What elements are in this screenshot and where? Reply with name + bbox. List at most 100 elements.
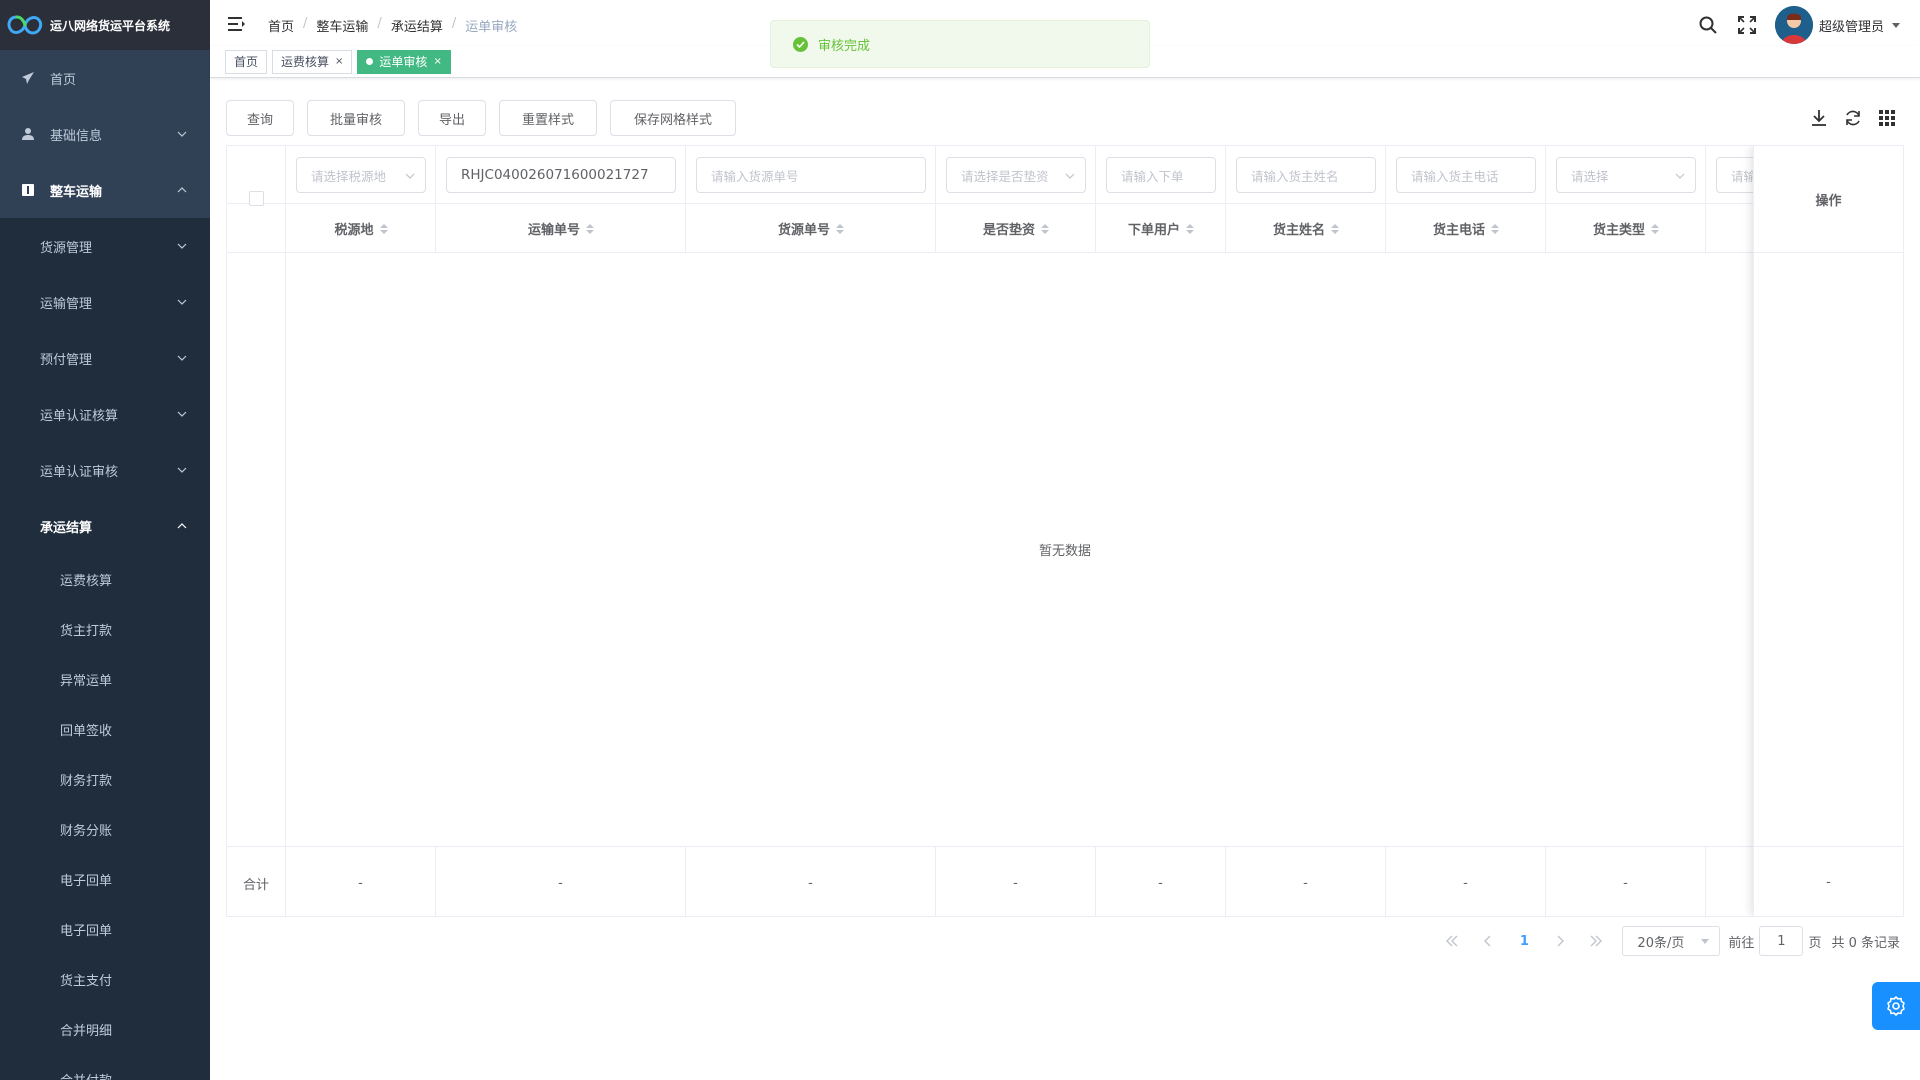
active-dot-icon [366, 58, 374, 65]
download-icon[interactable] [1808, 107, 1830, 129]
select-all-checkbox[interactable] [249, 191, 264, 206]
shipper-phone-input[interactable]: 请输入货主电话 [1396, 157, 1536, 193]
success-toast: 审核完成 [770, 20, 1150, 68]
sidebar-item-vehicle-transport[interactable]: 整车运输 [0, 162, 210, 218]
sidebar-item-basic-info[interactable]: 基础信息 [0, 106, 210, 162]
total-records: 共 0 条记录 [1831, 935, 1900, 951]
summary-cell: - [286, 847, 436, 916]
prev-page-icon[interactable] [1470, 927, 1506, 955]
breadcrumb: 首页 / 整车运输 / 承运结算 / 运单审核 [268, 16, 518, 35]
order-user-input[interactable]: 请输入下单 [1106, 157, 1216, 193]
sidebar-item-finance-split[interactable]: 财务分账 [0, 804, 210, 854]
breadcrumb-item[interactable]: 承运结算 [391, 16, 443, 35]
sidebar-item-home[interactable]: 首页 [0, 50, 210, 106]
sidebar-item-e-receipt[interactable]: 电子回单 [0, 854, 210, 904]
sidebar-item-label: 运输管理 [40, 296, 93, 312]
page-size-select[interactable]: 20条/页 [1622, 926, 1721, 956]
sidebar-item-prepay-management[interactable]: 预付管理 [0, 330, 210, 386]
sort-icon[interactable] [1186, 223, 1194, 234]
sidebar-item-shipper-payment[interactable]: 货主打款 [0, 604, 210, 654]
settings-button[interactable] [1872, 982, 1920, 1030]
advance-payment-select[interactable]: 请选择是否垫资 [946, 157, 1086, 193]
sidebar-item-label: 合并明细 [60, 1023, 113, 1039]
sort-icon[interactable] [379, 223, 388, 234]
page-number[interactable]: 1 [1506, 927, 1542, 955]
breadcrumb-item[interactable]: 首页 [268, 16, 294, 35]
next-page-icon[interactable] [1542, 927, 1578, 955]
sort-icon[interactable] [1041, 223, 1049, 234]
chevron-down-icon [177, 411, 187, 417]
sidebar-item-waybill-cert-audit[interactable]: 运单认证审核 [0, 442, 210, 498]
sidebar-item-label: 电子回单 [60, 873, 113, 889]
close-icon[interactable]: × [335, 56, 343, 67]
close-icon[interactable]: × [433, 56, 441, 67]
search-icon[interactable] [1697, 14, 1719, 36]
sidebar-item-finance-payment[interactable]: 财务打款 [0, 754, 210, 804]
first-page-icon[interactable] [1434, 927, 1470, 955]
column-header-cargo-no[interactable]: 货源单号 [686, 204, 936, 253]
sidebar-item-waybill-cert-accounting[interactable]: 运单认证核算 [0, 386, 210, 442]
sidebar-item-transport-management[interactable]: 运输管理 [0, 274, 210, 330]
goto-page-input[interactable]: 1 [1759, 926, 1804, 956]
column-header-waybill-no[interactable]: 运输单号 [436, 204, 686, 253]
column-header-shipper-phone[interactable]: 货主电话 [1386, 204, 1546, 253]
tax-source-select[interactable]: 请选择税源地 [296, 157, 426, 193]
avatar[interactable] [1774, 6, 1813, 44]
hamburger-icon[interactable] [228, 16, 246, 32]
tag-waybill-audit[interactable]: 运单审核 × [357, 49, 451, 74]
sort-icon[interactable] [586, 223, 594, 234]
chevron-down-icon [1065, 173, 1075, 179]
tag-freight-accounting[interactable]: 运费核算 × [272, 49, 353, 74]
sidebar-item-shipper-pay[interactable]: 货主支付 [0, 954, 210, 1004]
empty-state-text: 暂无数据 [1038, 544, 1091, 559]
summary-cell: - [936, 847, 1096, 916]
summary-cell: - [1096, 847, 1226, 916]
column-header-advance-payment[interactable]: 是否垫资 [936, 204, 1096, 253]
column-header-shipper-type[interactable]: 货主类型 [1546, 204, 1706, 253]
sidebar-item-label: 运单认证核算 [40, 408, 119, 424]
batch-audit-button[interactable]: 批量审核 [307, 100, 405, 136]
tag-home[interactable]: 首页 [225, 49, 268, 74]
sidebar-item-freight-accounting[interactable]: 运费核算 [0, 554, 210, 604]
sidebar-item-receipt-signing[interactable]: 回单签收 [0, 704, 210, 754]
summary-cell: - [1386, 847, 1546, 916]
caret-down-icon[interactable] [1892, 22, 1900, 28]
column-header-order-user[interactable]: 下单用户 [1096, 204, 1226, 253]
grid-columns-icon[interactable] [1876, 107, 1898, 129]
toolbar-right [1796, 107, 1898, 129]
last-page-icon[interactable] [1578, 927, 1614, 955]
sidebar-item-abnormal-waybill[interactable]: 异常运单 [0, 654, 210, 704]
logo[interactable]: 运八网络货运平台系统 [0, 0, 210, 50]
shipper-type-select[interactable]: 请选择 [1556, 157, 1696, 193]
sort-icon[interactable] [836, 223, 844, 234]
sort-icon[interactable] [1331, 223, 1339, 234]
save-grid-style-button[interactable]: 保存网格样式 [610, 100, 736, 136]
refresh-icon[interactable] [1842, 107, 1864, 129]
waybill-no-input[interactable]: RHJC040026071600021727 [446, 157, 676, 193]
user-name[interactable]: 超级管理员 [1819, 16, 1884, 35]
shipper-name-input[interactable]: 请输入货主姓名 [1236, 157, 1376, 193]
chevron-up-icon [177, 523, 187, 529]
fullscreen-icon[interactable] [1736, 14, 1758, 36]
column-header-shipper-name[interactable]: 货主姓名 [1226, 204, 1386, 253]
sidebar-item-merge-detail[interactable]: 合并明细 [0, 1004, 210, 1054]
table-summary-row: 合计 - - - - - - - - - [227, 846, 1903, 916]
query-button[interactable]: 查询 [226, 100, 294, 136]
sidebar-item-label: 财务分账 [60, 823, 113, 839]
user-icon [20, 126, 36, 142]
sidebar-item-cargo-management[interactable]: 货源管理 [0, 218, 210, 274]
column-header-tax-source[interactable]: 税源地 [286, 204, 436, 253]
sidebar-item-carrier-settlement[interactable]: 承运结算 [0, 498, 210, 554]
sidebar-item-label: 首页 [50, 72, 77, 88]
sort-icon[interactable] [1651, 223, 1659, 234]
sort-icon[interactable] [1491, 223, 1499, 234]
breadcrumb-item[interactable]: 整车运输 [316, 16, 368, 35]
reset-style-button[interactable]: 重置样式 [499, 100, 597, 136]
paper-plane-icon [20, 70, 36, 86]
chevron-down-icon [177, 243, 187, 249]
submenu-vehicle-transport: 货源管理 运输管理 预付管理 运单认证核算 运单认证审核 承运结算 运费核算 货… [0, 218, 210, 1080]
sidebar-item-merge-payment[interactable]: 合并付款 [0, 1054, 210, 1080]
sidebar-item-e-receipt-2[interactable]: 电子回单 [0, 904, 210, 954]
cargo-no-input[interactable]: 请输入货源单号 [696, 157, 926, 193]
export-button[interactable]: 导出 [418, 100, 486, 136]
